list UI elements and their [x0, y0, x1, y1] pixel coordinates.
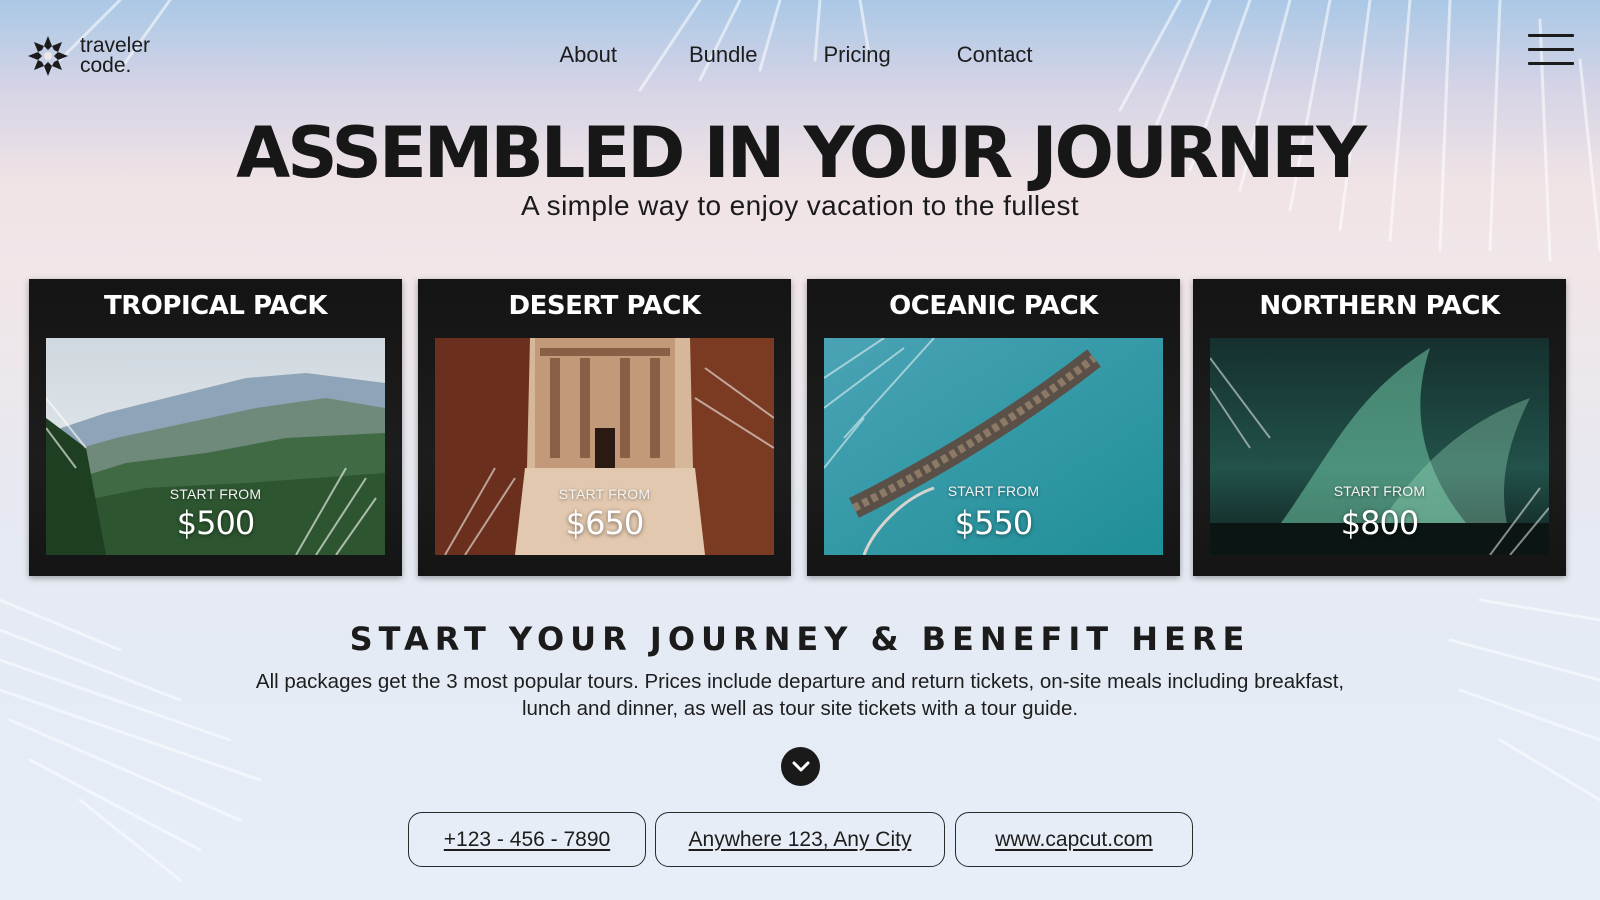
benefit-title: START YOUR JOURNEY & BENEFIT HERE: [349, 620, 1251, 658]
address-link[interactable]: Anywhere 123, Any City: [655, 812, 945, 867]
start-from-label: START FROM: [558, 486, 651, 502]
benefit-line-1: All packages get the 3 most popular tour…: [255, 670, 1345, 693]
package-cards: TROPICAL PACK START FROM $500 DESERT PAC…: [29, 279, 1566, 576]
website-text: www.capcut.com: [995, 827, 1153, 851]
package-card-northern[interactable]: NORTHERN PACK START FROM $800: [1193, 279, 1566, 576]
chevron-down-icon: [792, 761, 809, 771]
package-title: NORTHERN PACK: [1259, 291, 1500, 321]
package-title: OCEANIC PACK: [889, 291, 1098, 321]
hero-title: ASSEMBLED IN YOUR JOURNEY: [236, 112, 1367, 194]
main-nav: About Bundle Pricing Contact: [0, 42, 1600, 68]
package-title: DESERT PACK: [508, 291, 702, 321]
package-price: $800: [1340, 504, 1419, 542]
start-from-label: START FROM: [947, 483, 1040, 499]
hero-subtitle: A simple way to enjoy vacation to the fu…: [520, 190, 1080, 221]
package-price: $500: [176, 504, 255, 542]
landing-page: traveler code. About Bundle Pricing Cont…: [0, 0, 1600, 900]
nav-pricing-link[interactable]: Pricing: [823, 42, 890, 68]
phone-text: +123 - 456 - 7890: [443, 827, 611, 851]
nav-bundle-link[interactable]: Bundle: [689, 42, 758, 68]
scroll-down-button[interactable]: [781, 747, 820, 786]
package-price: $550: [954, 504, 1033, 542]
package-card-oceanic[interactable]: OCEANIC PACK START FROM $550: [807, 279, 1180, 576]
nav-about-link[interactable]: About: [559, 42, 617, 68]
package-price: $650: [565, 504, 644, 542]
start-from-label: START FROM: [169, 486, 262, 502]
benefit-description: All packages get the 3 most popular tour…: [200, 668, 1400, 722]
package-card-tropical[interactable]: TROPICAL PACK START FROM $500: [29, 279, 402, 576]
package-card-desert[interactable]: DESERT PACK START FROM $650: [418, 279, 791, 576]
start-from-label: START FROM: [1333, 483, 1426, 499]
phone-link[interactable]: +123 - 456 - 7890: [408, 812, 646, 867]
website-link[interactable]: www.capcut.com: [955, 812, 1193, 867]
benefit-line-2: lunch and dinner, as well as tour site t…: [521, 697, 1079, 720]
hamburger-menu-icon[interactable]: [1528, 34, 1574, 66]
nav-contact-link[interactable]: Contact: [957, 42, 1033, 68]
package-title: TROPICAL PACK: [104, 291, 327, 321]
address-text: Anywhere 123, Any City: [688, 827, 912, 851]
